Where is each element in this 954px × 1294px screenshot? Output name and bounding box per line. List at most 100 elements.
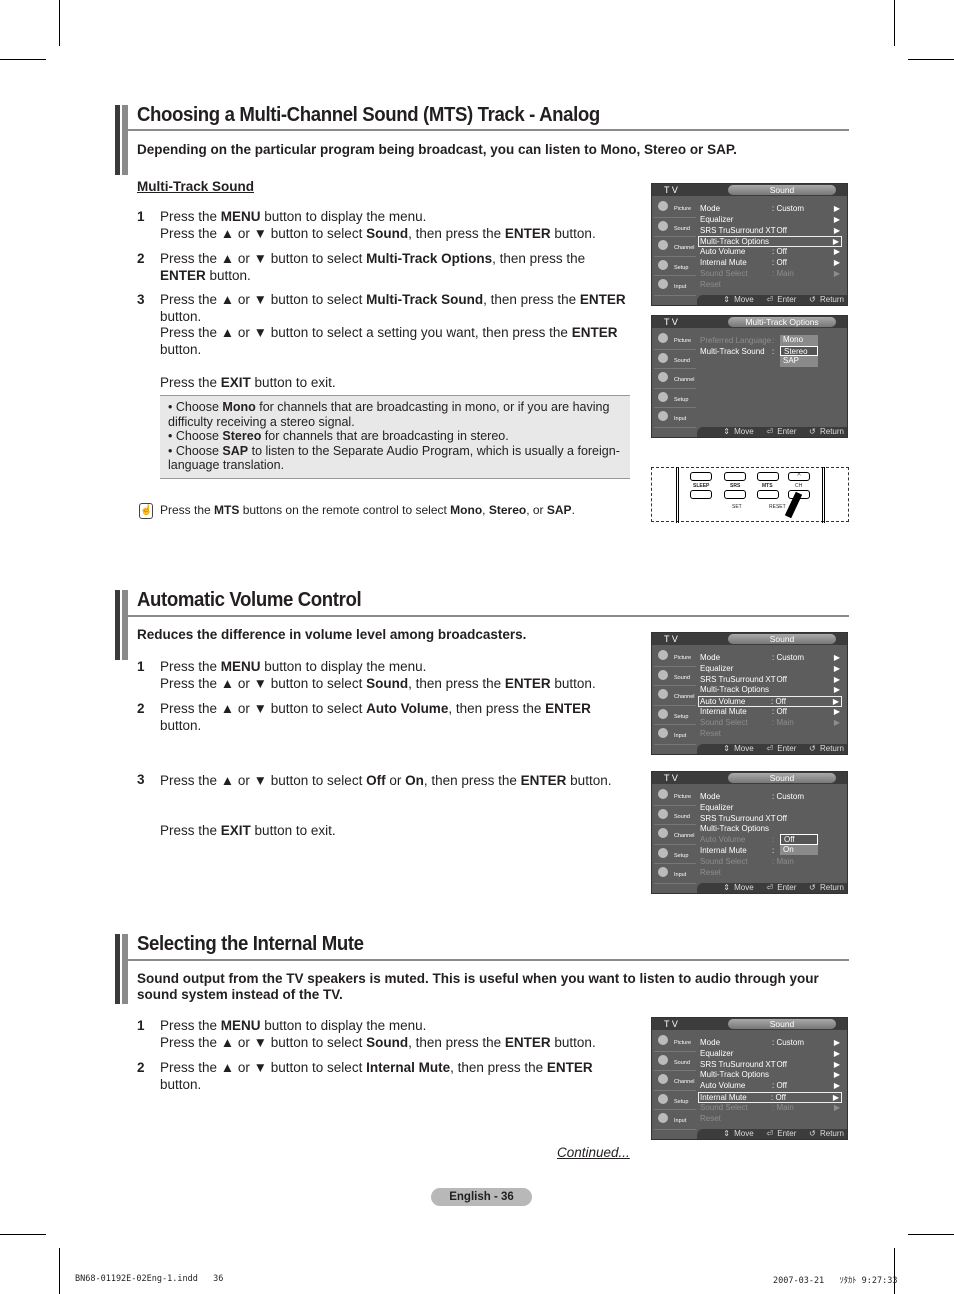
menu-item-label: Equalizer [700, 802, 734, 812]
menu-item: Sound Select: Main ▶ [700, 269, 842, 279]
remote-label: SLEEP [693, 483, 710, 489]
arrow-right-icon: ▶ [832, 237, 839, 247]
page-number: English - 36 [431, 1188, 532, 1206]
menu-item: Multi-Track Options ▶ [698, 236, 842, 248]
subheading: Multi-Track Sound [137, 179, 255, 194]
remote-button-srs [724, 472, 746, 481]
menu-sidebar: Picture Sound Channel Setup Input [654, 786, 696, 884]
setup-icon [658, 1093, 668, 1104]
step: 2 Press the ▲ or ▼ button to select Inter… [137, 1060, 627, 1093]
menu-item: Mode: Custom [700, 792, 842, 802]
arrow-right-icon: ▶ [833, 1102, 840, 1112]
menu-tv-label: T V [664, 1019, 678, 1029]
menu-item-value: : Off [771, 1093, 786, 1102]
sidebar-item-picture: Picture [654, 1032, 696, 1052]
arrow-right-icon: ▶ [833, 1048, 840, 1058]
menu-item-label: Multi-Track Options [700, 1070, 770, 1080]
menu-header: T V Sound [652, 184, 847, 196]
sidebar-item-input: Input [654, 276, 696, 296]
step-text: Press the ▲ or ▼ button to select Intern… [160, 1060, 593, 1092]
menu-item: Internal Mute : Off ▶ [698, 1092, 842, 1103]
sound-icon [658, 352, 668, 363]
remote-button-ch-up: ^ [788, 472, 810, 481]
menu-item-value: : Custom [772, 1038, 805, 1047]
note-box: • Choose Mono for channels that are broa… [160, 395, 630, 479]
arrow-right-icon: ▶ [832, 1093, 839, 1102]
sidebar-item-sound: Sound [654, 806, 696, 825]
sidebar-item-input: Input [654, 864, 696, 884]
menu-item-label: Reset [700, 1113, 721, 1123]
menu-header: T V Multi-Track Options [652, 316, 847, 328]
arrow-right-icon: ▶ [833, 674, 840, 684]
sidebar-item-sound: Sound [654, 350, 696, 369]
sidebar-item-channel: Channel [654, 1071, 696, 1091]
sidebar-item-channel: Channel [654, 369, 696, 389]
menu-item: Auto Volume: Off ▶ [698, 696, 842, 708]
menu-item: Equalizer ▶ [700, 1049, 842, 1059]
sidebar-label: Picture [674, 206, 692, 212]
menu-item: Internal Mute: [700, 846, 842, 856]
menu-item: Multi-Track Options ▶ [700, 1070, 842, 1080]
menu-item-value: : Off [772, 1081, 787, 1091]
step-number: 1 [137, 659, 145, 674]
menu-item-label: Internal Mute [700, 707, 747, 716]
sidebar-label: Channel [674, 833, 695, 839]
arrow-right-icon: ▶ [833, 268, 840, 278]
menu-item: Equalizer ▶ [700, 664, 842, 674]
arrow-right-icon: ▶ [833, 247, 840, 257]
menu-item-label: Internal Mute [700, 846, 747, 855]
note-item: • Choose SAP to listen to the Separate A… [168, 443, 620, 473]
picture-icon [658, 650, 668, 660]
step-text: Press the ▲ or ▼ button to select Multi-… [160, 292, 626, 390]
sidebar-label: Input [674, 1118, 687, 1124]
menu-item: Equalizer [700, 803, 842, 813]
sidebar-item-input: Input [654, 408, 696, 428]
sidebar-label: Sound [674, 813, 690, 820]
menu-item-value: : Main [772, 1102, 794, 1112]
section-title: Automatic Volume Control [137, 589, 362, 611]
menu-item-label: Equalizer [700, 663, 734, 673]
channel-icon [658, 372, 668, 382]
menu-item-label: SRS TruSurround XT [700, 1059, 776, 1069]
menu-tv-label: T V [664, 773, 678, 783]
tv-menu: T V Sound Picture Sound Channel Setup Input Mod… [651, 771, 848, 894]
menu-item-label: Preferred Language [700, 336, 772, 345]
picture-icon [658, 1035, 668, 1045]
sidebar-label: Picture [674, 338, 692, 344]
menu-item-value: : Custom [772, 792, 805, 801]
dropdown-option: Stereo [780, 345, 818, 356]
crop-mark [0, 1234, 46, 1235]
section-title: Choosing a Multi-Channel Sound (MTS) Tra… [137, 104, 600, 126]
sidebar-label: Channel [674, 377, 695, 383]
sidebar-item-sound: Sound [654, 667, 696, 686]
step-number: 3 [137, 292, 145, 307]
sidebar-label: Sound [674, 1059, 690, 1066]
arrow-right-icon: ▶ [833, 685, 840, 695]
remote-illustration: ^ SLEEP SRS MTS CH SET RESET [651, 467, 849, 523]
arrow-right-icon: ▶ [833, 663, 840, 673]
menu-tv-label: T V [664, 185, 678, 195]
step: 1 Press the MENU button to display the me… [137, 1018, 627, 1051]
menu-header: T V Sound [652, 633, 847, 645]
menu-title: Sound [728, 634, 836, 644]
sidebar-item-picture: Picture [654, 786, 696, 806]
title-rule [128, 959, 849, 961]
remote-button-sleep [690, 472, 712, 481]
step: 3 Press the ▲ or ▼ button to select Multi… [137, 292, 627, 391]
menu-item-label: Auto Volume [700, 835, 746, 845]
menu-item-label: Internal Mute [700, 1093, 747, 1102]
sidebar-label: Sound [674, 225, 690, 232]
menu-item-value: : [772, 336, 775, 345]
sidebar-label: Input [674, 284, 687, 290]
menu-tv-label: T V [664, 634, 678, 644]
step-number: 3 [137, 772, 145, 787]
menu-item: Sound Select: Main [700, 857, 842, 867]
sidebar-label: Setup [674, 1098, 689, 1105]
channel-icon [658, 1074, 668, 1084]
sidebar-label: Input [674, 733, 687, 739]
menu-item-value: : Off [772, 813, 787, 823]
dropdown-option: Mono [783, 335, 804, 344]
step-number: 2 [137, 251, 145, 266]
menu-item: Reset [700, 280, 842, 290]
section-bar [115, 934, 128, 1004]
